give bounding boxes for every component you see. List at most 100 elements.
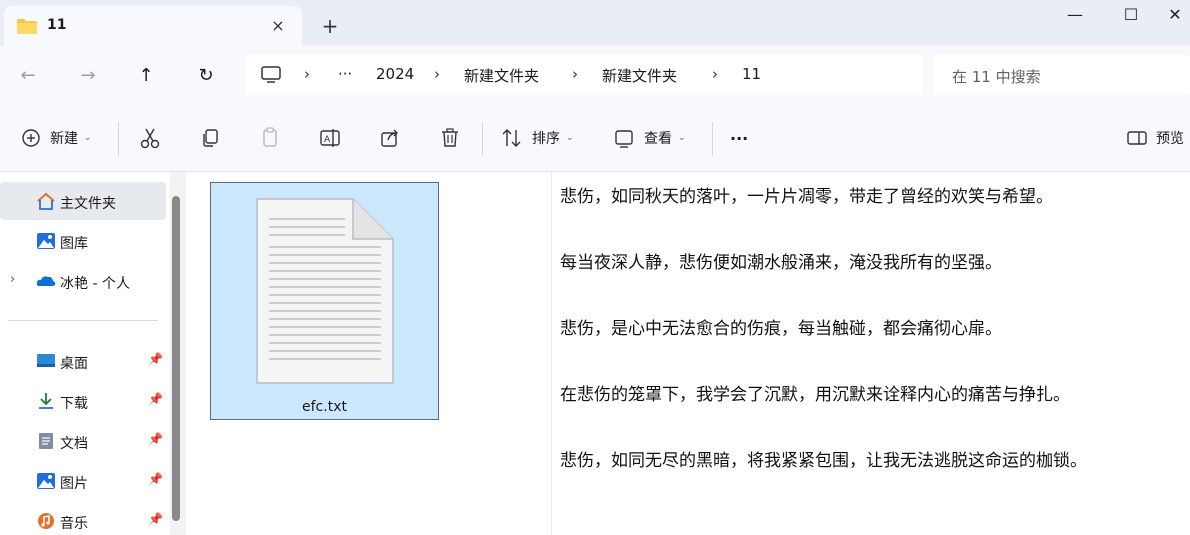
preview-pane: 悲伤，如同秋天的落叶，一片片凋零，带走了曾经的欢笑与希望。 每当夜深人静，悲伤便… — [551, 172, 1190, 535]
sidebar-item-label: 图库 — [60, 236, 88, 252]
breadcrumb-item-folder-2[interactable]: 新建文件夹 — [602, 65, 677, 86]
document-icon — [39, 433, 53, 449]
address-row: ← → ↑ ↻ › ··· 2024 › 新建文件夹 › 新建文件夹 › 11 … — [0, 46, 1190, 104]
plus-circle-icon — [22, 129, 40, 147]
delete-button[interactable] — [436, 124, 464, 152]
paste-button[interactable] — [256, 124, 284, 152]
tab-title: 11 — [47, 17, 67, 33]
pictures-icon — [37, 473, 55, 489]
new-label: 新建 — [50, 131, 78, 147]
download-icon — [39, 393, 53, 409]
sidebar-scrollbar-thumb[interactable] — [172, 196, 180, 521]
svg-text:A: A — [324, 135, 331, 145]
rename-button[interactable]: A — [316, 124, 344, 152]
forward-button[interactable]: → — [74, 62, 102, 90]
command-bar: 新建 ⌄ A 排序 ⌄ 查看 ⌄ ··· 预览 — [0, 104, 1190, 172]
preview-pane-button[interactable]: 预览 — [1126, 124, 1184, 152]
divider — [482, 122, 483, 156]
close-window-button[interactable]: ✕ — [1160, 0, 1190, 32]
address-bar[interactable]: › ··· 2024 › 新建文件夹 › 新建文件夹 › 11 — [246, 55, 923, 95]
navigation-pane: 主文件夹 图库 › 冰艳 - 个人 桌面 📌 下载 📌 文档 📌 图片 📌 音乐… — [0, 172, 170, 535]
copy-icon — [203, 129, 218, 147]
refresh-button[interactable]: ↻ — [192, 62, 220, 90]
share-icon — [381, 129, 398, 147]
view-icon — [615, 130, 633, 148]
new-tab-button[interactable]: + — [318, 14, 342, 38]
chevron-down-icon: ⌄ — [678, 133, 686, 143]
preview-text-line: 悲伤，如同秋天的落叶，一片片凋零，带走了曾经的欢笑与希望。 — [560, 187, 1053, 207]
rename-icon: A — [320, 129, 340, 147]
new-button[interactable]: 新建 ⌄ — [20, 124, 92, 152]
sidebar-item-label: 冰艳 - 个人 — [60, 276, 130, 292]
breadcrumb-item-folder-1[interactable]: 新建文件夹 — [464, 65, 539, 86]
preview-text-line: 在悲伤的笼罩下，我学会了沉默，用沉默来诠释内心的痛苦与挣扎。 — [560, 385, 1070, 405]
sidebar-item-home[interactable]: 主文件夹 — [0, 182, 166, 220]
maximize-button[interactable]: ☐ — [1102, 0, 1160, 32]
pin-icon[interactable]: 📌 — [148, 392, 163, 406]
tab-current-folder[interactable]: 11 × — [4, 6, 302, 46]
file-name: efc.txt — [302, 399, 347, 415]
pin-icon[interactable]: 📌 — [148, 432, 163, 446]
share-button[interactable] — [376, 124, 404, 152]
sidebar-item-label: 图片 — [60, 476, 88, 492]
folder-icon — [17, 19, 37, 34]
scissors-icon — [140, 128, 160, 149]
up-button[interactable]: ↑ — [132, 62, 160, 90]
view-button[interactable]: 查看 ⌄ — [612, 124, 686, 152]
view-label: 查看 — [644, 131, 672, 147]
minimize-button[interactable]: — — [1046, 0, 1104, 32]
sidebar-item-pictures[interactable]: 图片 📌 — [0, 462, 166, 500]
cut-button[interactable] — [136, 124, 164, 152]
sidebar-item-label: 文档 — [60, 436, 88, 452]
sidebar-item-music[interactable]: 音乐 📌 — [0, 502, 166, 535]
paste-icon — [263, 127, 277, 147]
computer-icon — [261, 66, 281, 83]
sidebar-item-label: 主文件夹 — [60, 196, 116, 212]
preview-text-line: 每当夜深人静，悲伤便如潮水般涌来，淹没我所有的坚强。 — [560, 253, 1002, 273]
search-input[interactable]: 在 11 中搜索 — [952, 66, 1041, 87]
breadcrumb-separator: › — [304, 65, 310, 83]
onedrive-icon — [36, 276, 56, 286]
chevron-right-icon[interactable]: › — [10, 272, 15, 287]
sidebar-item-gallery[interactable]: 图库 — [0, 222, 166, 260]
file-list: efc.txt — [190, 172, 550, 535]
breadcrumb-separator: › — [434, 65, 440, 83]
desktop-icon — [37, 354, 55, 367]
sidebar-item-label: 桌面 — [60, 356, 88, 372]
preview-pane-icon — [1127, 131, 1147, 145]
search-box[interactable]: 在 11 中搜索 — [934, 55, 1190, 95]
home-icon — [37, 192, 55, 210]
tab-close-button[interactable]: × — [266, 14, 290, 38]
breadcrumb-item-2024[interactable]: 2024 — [376, 65, 414, 83]
chevron-down-icon: ⌄ — [84, 133, 92, 143]
sidebar-item-downloads[interactable]: 下载 📌 — [0, 382, 166, 420]
copy-button[interactable] — [196, 124, 224, 152]
sidebar-item-desktop[interactable]: 桌面 📌 — [0, 342, 166, 380]
divider — [118, 122, 119, 156]
breadcrumb-item-11[interactable]: 11 — [742, 65, 761, 83]
text-file-icon — [256, 198, 394, 384]
more-options-button[interactable]: ··· — [730, 124, 748, 152]
file-item[interactable]: efc.txt — [210, 182, 439, 420]
divider — [712, 122, 713, 156]
pin-icon[interactable]: 📌 — [148, 352, 163, 366]
sort-button[interactable]: 排序 ⌄ — [500, 124, 574, 152]
sidebar-item-documents[interactable]: 文档 📌 — [0, 422, 166, 460]
preview-text-line: 悲伤，是心中无法愈合的伤痕，每当触碰，都会痛彻心扉。 — [560, 319, 1002, 339]
preview-text-line: 悲伤，如同无尽的黑暗，将我紧紧包围，让我无法逃脱这命运的枷锁。 — [560, 451, 1087, 471]
breadcrumb-separator: › — [572, 65, 578, 83]
sidebar-item-onedrive[interactable]: › 冰艳 - 个人 — [0, 262, 166, 300]
sidebar-divider — [8, 320, 158, 321]
back-button[interactable]: ← — [14, 62, 42, 90]
preview-label: 预览 — [1156, 131, 1184, 147]
breadcrumb-more-button[interactable]: ··· — [338, 65, 352, 83]
sort-icon — [502, 129, 521, 147]
trash-icon — [442, 128, 458, 147]
music-icon — [38, 513, 54, 529]
sidebar-item-label: 下载 — [60, 396, 88, 412]
chevron-down-icon: ⌄ — [566, 133, 574, 143]
pin-icon[interactable]: 📌 — [148, 512, 163, 526]
title-bar: 11 × + — ☐ ✕ — [0, 0, 1190, 46]
breadcrumb-separator: › — [712, 65, 718, 83]
pin-icon[interactable]: 📌 — [148, 472, 163, 486]
